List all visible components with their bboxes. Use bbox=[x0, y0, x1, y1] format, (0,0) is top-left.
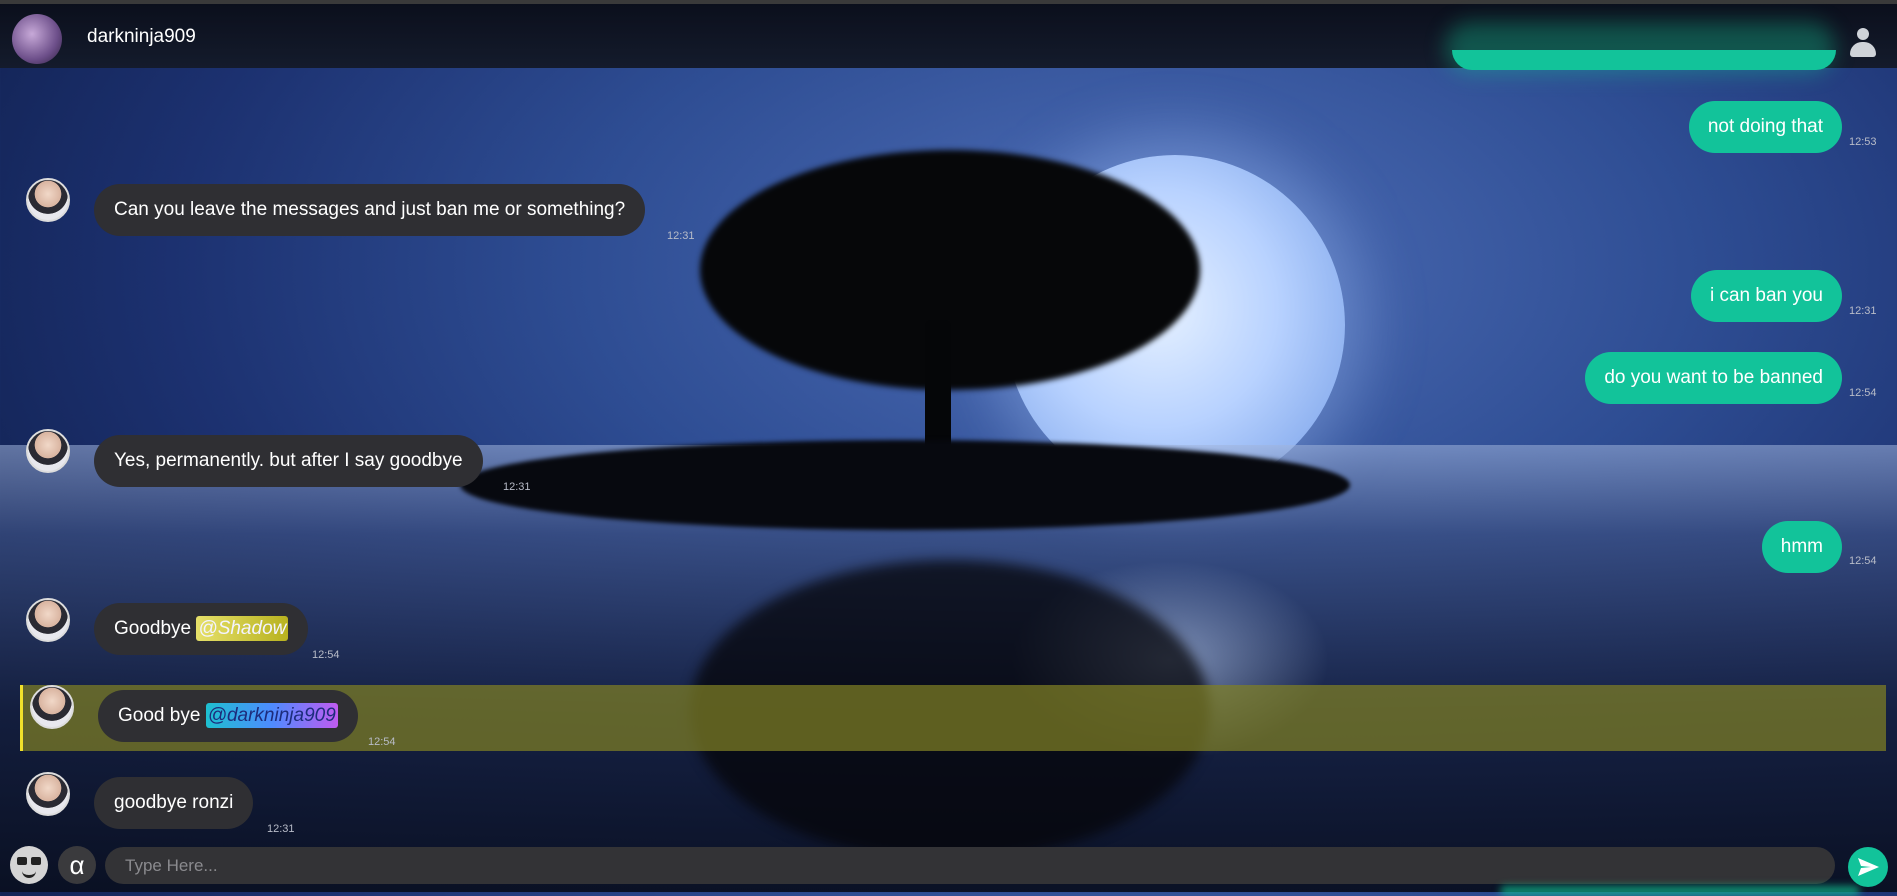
message-bubble-incoming[interactable]: Good bye @darkninja909 bbox=[98, 690, 358, 742]
message-timestamp: 12:31 bbox=[267, 823, 295, 835]
tree-trunk bbox=[925, 320, 951, 460]
message-bubble-outgoing[interactable]: not doing that bbox=[1688, 101, 1842, 153]
sender-avatar[interactable] bbox=[26, 598, 70, 642]
message-bubble-outgoing-partial bbox=[1452, 50, 1836, 70]
message-bubble-outgoing[interactable]: hmm bbox=[1761, 521, 1842, 573]
sunglasses-right-eye bbox=[31, 857, 41, 865]
smile bbox=[22, 870, 36, 878]
sender-avatar[interactable] bbox=[26, 772, 70, 816]
message-text: Good bye bbox=[118, 705, 201, 726]
profile-icon[interactable] bbox=[1850, 28, 1876, 58]
island-silhouette bbox=[460, 440, 1350, 530]
emoji-button[interactable] bbox=[10, 846, 48, 884]
send-icon bbox=[1858, 858, 1879, 876]
input-glow bbox=[1500, 886, 1860, 896]
message-bubble-incoming[interactable]: Yes, permanently. but after I say goodby… bbox=[94, 435, 483, 487]
user-mention[interactable]: @darkninja909 bbox=[205, 703, 338, 728]
message-text: Goodbye bbox=[114, 618, 192, 639]
message-timestamp: 12:31 bbox=[667, 230, 695, 242]
message-timestamp: 12:54 bbox=[1849, 555, 1877, 567]
message-bubble-outgoing[interactable]: i can ban you bbox=[1690, 270, 1842, 322]
message-timestamp: 12:54 bbox=[368, 736, 396, 748]
user-mention[interactable]: @Shadow bbox=[196, 616, 289, 641]
message-timestamp: 12:31 bbox=[503, 481, 531, 493]
message-bubble-incoming[interactable]: Can you leave the messages and just ban … bbox=[94, 184, 646, 236]
message-bubble-incoming[interactable]: goodbye ronzi bbox=[94, 777, 254, 829]
message-bubble-outgoing[interactable]: do you want to be banned bbox=[1585, 352, 1842, 404]
message-composer: α bbox=[0, 842, 1897, 896]
message-bubble-incoming[interactable]: Goodbye @Shadow bbox=[94, 603, 309, 655]
alpha-format-button[interactable]: α bbox=[58, 846, 96, 884]
sunglasses-left-eye bbox=[17, 857, 27, 865]
sender-avatar[interactable] bbox=[26, 178, 70, 222]
message-timestamp: 12:53 bbox=[1849, 136, 1877, 148]
header-avatar[interactable] bbox=[12, 14, 62, 64]
message-timestamp: 12:31 bbox=[1849, 305, 1877, 317]
chat-username: darkninja909 bbox=[87, 26, 196, 47]
message-timestamp: 12:54 bbox=[1849, 387, 1877, 399]
sender-avatar[interactable] bbox=[26, 429, 70, 473]
message-timestamp: 12:54 bbox=[312, 649, 340, 661]
sender-avatar[interactable] bbox=[30, 685, 74, 729]
message-input[interactable] bbox=[105, 847, 1835, 884]
send-button[interactable] bbox=[1848, 847, 1888, 887]
